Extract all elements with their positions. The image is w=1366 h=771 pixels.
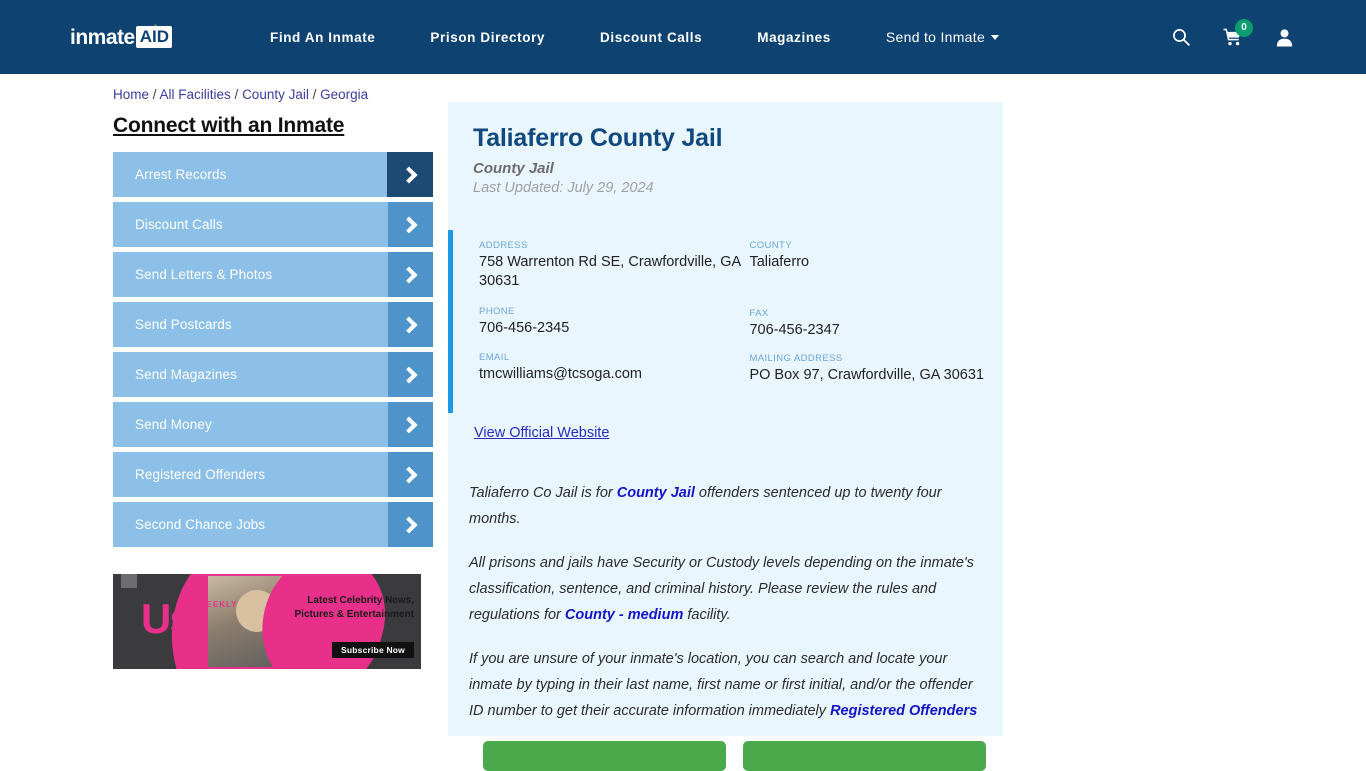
- view-official-website-link[interactable]: View Official Website: [474, 425, 609, 441]
- desc-p1-text-a: Taliaferro Co Jail is for: [469, 484, 617, 501]
- main-nav: Find An Inmate Prison Directory Discount…: [270, 29, 1000, 45]
- sidebar-item-second-chance-jobs[interactable]: Second Chance Jobs: [113, 502, 433, 547]
- fax-value: 706-456-2347: [749, 321, 840, 338]
- nav-item-find-an-inmate[interactable]: Find An Inmate: [270, 30, 375, 45]
- chevron-right-icon: [387, 152, 433, 197]
- chevron-right-icon: [388, 202, 433, 247]
- address-value: 758 Warrenton Rd SE, Crawfordville, GA 3…: [479, 254, 741, 289]
- sidebar-item-registered-offenders[interactable]: Registered Offenders: [113, 452, 433, 497]
- page-body: Connect with an Inmate Arrest Records Di…: [0, 102, 1366, 771]
- facility-description: Taliaferro Co Jail is for County Jail of…: [469, 480, 978, 724]
- email-label: EMAIL: [479, 351, 510, 363]
- site-header: inmate + AID Find An Inmate Prison Direc…: [0, 0, 1366, 74]
- account-icon[interactable]: [1275, 28, 1294, 47]
- address-label: ADDRESS: [479, 240, 528, 251]
- breadcrumb-separator: /: [149, 87, 160, 102]
- ad-corner-tab: [121, 574, 137, 588]
- sidebar-item-send-postcards[interactable]: Send Postcards: [113, 302, 433, 347]
- breadcrumb: Home / All Facilities / County Jail / Ge…: [113, 87, 1366, 102]
- cta-button-row: [483, 741, 1003, 771]
- site-logo[interactable]: inmate + AID: [70, 21, 195, 52]
- main-content: Taliaferro County Jail County Jail Last …: [448, 102, 1003, 771]
- breadcrumb-item-county-jail[interactable]: County Jail: [242, 87, 309, 102]
- sidebar-item-label: Arrest Records: [135, 167, 227, 182]
- ad-brand-logo: Us: [141, 595, 193, 642]
- sidebar-item-send-letters-photos[interactable]: Send Letters & Photos: [113, 252, 433, 297]
- sidebar-item-label: Discount Calls: [135, 217, 223, 232]
- nav-item-prison-directory[interactable]: Prison Directory: [430, 30, 545, 45]
- chevron-right-icon: [388, 302, 433, 347]
- cart-icon[interactable]: 0: [1223, 18, 1253, 47]
- description-paragraph-2: All prisons and jails have Security or C…: [469, 550, 978, 628]
- breadcrumb-separator: /: [308, 87, 321, 102]
- sidebar-item-label: Registered Offenders: [135, 467, 266, 482]
- sidebar-item-send-money[interactable]: Send Money: [113, 402, 433, 447]
- description-paragraph-3: If you are unsure of your inmate's locat…: [469, 646, 978, 724]
- facility-details: ADDRESS 758 Warrenton Rd SE, Crawfordvil…: [448, 230, 1003, 413]
- desc-p3-link[interactable]: Registered Offenders: [830, 703, 977, 719]
- desc-p1-link[interactable]: County Jail: [617, 485, 695, 501]
- mailing-address-value: PO Box 97, Crawfordville, GA 30631: [749, 367, 984, 383]
- details-column-left: ADDRESS 758 Warrenton Rd SE, Crawfordvil…: [479, 240, 749, 399]
- search-icon[interactable]: [1172, 28, 1191, 47]
- chevron-right-icon: [388, 502, 433, 547]
- nav-item-magazines[interactable]: Magazines: [757, 30, 831, 45]
- sidebar-item-arrest-records[interactable]: Arrest Records: [113, 152, 433, 197]
- breadcrumb-item-georgia[interactable]: Georgia: [320, 87, 368, 102]
- breadcrumb-item-all-facilities[interactable]: All Facilities: [160, 87, 231, 102]
- sidebar-item-send-magazines[interactable]: Send Magazines: [113, 352, 433, 397]
- page-title: Taliaferro County Jail: [473, 124, 723, 152]
- ad-headline: Latest Celebrity News, Pictures & Entert…: [294, 595, 414, 620]
- fax-label: FAX: [749, 307, 769, 319]
- desc-p2-link[interactable]: County - medium: [565, 607, 683, 623]
- desc-p2-text-b: facility.: [683, 606, 731, 623]
- sidebar-item-label: Send Money: [135, 417, 212, 432]
- sidebar-heading: Connect with an Inmate: [113, 114, 345, 137]
- facility-type: County Jail: [473, 160, 554, 177]
- header-icon-group: 0: [1140, 0, 1294, 74]
- county-value: Taliaferro: [749, 254, 810, 270]
- sidebar-item-label: Send Postcards: [135, 317, 232, 332]
- sidebar: Connect with an Inmate Arrest Records Di…: [113, 102, 433, 771]
- chevron-right-icon: [388, 352, 433, 397]
- nav-item-send-to-inmate-label: Send to Inmate: [885, 29, 986, 45]
- ad-brand-sub: WEEKLY: [198, 600, 238, 609]
- nav-item-discount-calls[interactable]: Discount Calls: [600, 30, 702, 45]
- email-value: tmcwilliams@tcsoga.com: [479, 365, 642, 382]
- county-label: COUNTY: [749, 240, 792, 251]
- details-column-right: COUNTY Taliaferro FAX 706-456-2347 MAILI…: [749, 240, 1003, 399]
- cart-count-badge: 0: [1235, 18, 1253, 37]
- phone-label: PHONE: [479, 306, 515, 317]
- sidebar-item-label: Second Chance Jobs: [135, 517, 266, 532]
- chevron-down-icon: [991, 35, 1000, 40]
- sidebar-item-label: Send Letters & Photos: [135, 267, 273, 282]
- breadcrumb-item-home[interactable]: Home: [113, 87, 149, 102]
- cta-button-primary[interactable]: [483, 741, 726, 771]
- logo-aid-text: AID: [139, 27, 169, 46]
- logo-aid-badge: AID: [135, 26, 172, 48]
- breadcrumb-separator: /: [230, 87, 243, 102]
- cta-button-secondary[interactable]: [743, 741, 986, 771]
- logo-wordmark: inmate: [70, 25, 135, 49]
- phone-value: 706-456-2345: [479, 320, 570, 336]
- last-updated: Last Updated: July 29, 2024: [473, 180, 654, 196]
- facility-card: Taliaferro County Jail County Jail Last …: [448, 102, 1003, 736]
- sidebar-item-label: Send Magazines: [135, 367, 237, 382]
- description-paragraph-1: Taliaferro Co Jail is for County Jail of…: [469, 480, 978, 532]
- nav-item-send-to-inmate[interactable]: Send to Inmate: [885, 29, 1000, 45]
- chevron-right-icon: [388, 452, 433, 497]
- chevron-right-icon: [388, 402, 433, 447]
- advertisement-banner[interactable]: Us WEEKLY Latest Celebrity News, Picture…: [113, 574, 421, 669]
- sidebar-item-discount-calls[interactable]: Discount Calls: [113, 202, 433, 247]
- mailing-address-label: MAILING ADDRESS: [749, 353, 843, 364]
- chevron-right-icon: [388, 252, 433, 297]
- ad-subscribe-button[interactable]: Subscribe Now: [331, 642, 414, 658]
